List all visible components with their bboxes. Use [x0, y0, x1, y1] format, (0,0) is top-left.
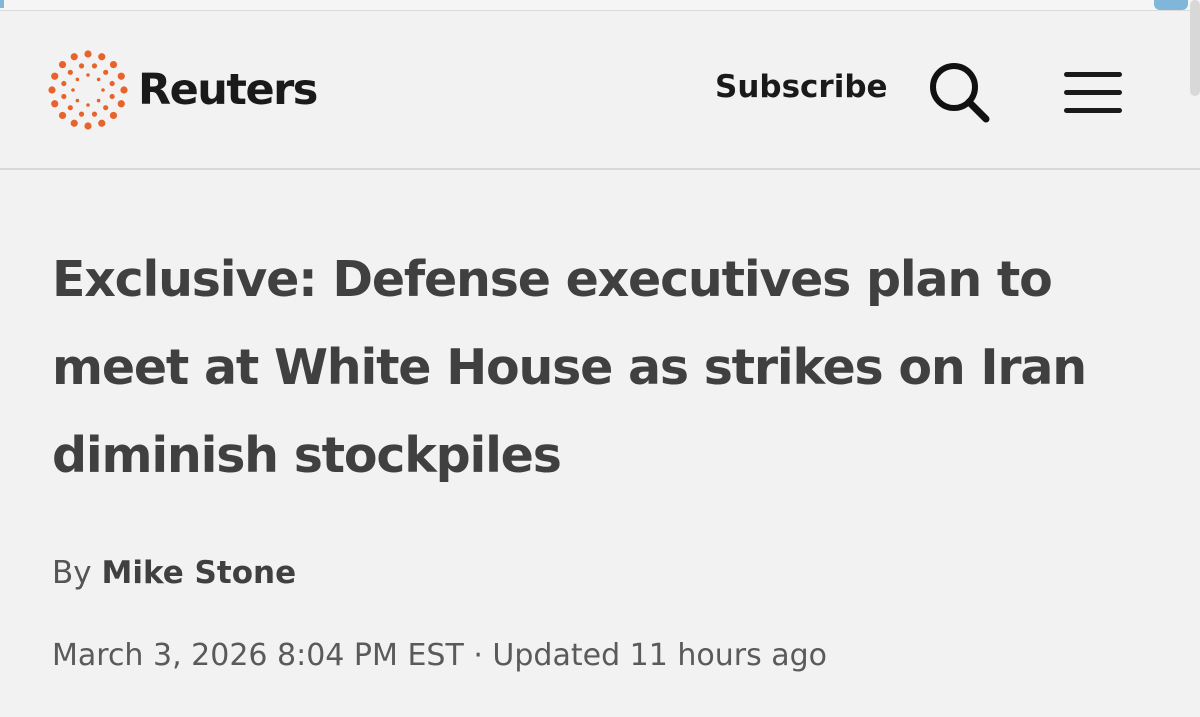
search-button[interactable] — [926, 59, 992, 125]
byline-prefix: By — [52, 555, 92, 591]
logo-dot — [51, 72, 59, 80]
logo-dot — [101, 88, 105, 92]
logo-dot — [58, 60, 67, 69]
logo-dot — [78, 111, 85, 117]
menu-button[interactable] — [1064, 71, 1122, 115]
logo-dot — [84, 50, 92, 58]
logo-dot — [67, 69, 73, 75]
logo-dot — [75, 77, 80, 82]
logo-dot — [109, 93, 115, 100]
logo-dot — [103, 105, 109, 111]
logo-dot — [91, 111, 98, 117]
author-link[interactable]: Mike Stone — [101, 555, 296, 591]
hamburger-menu-icon-bar-1 — [1064, 72, 1122, 77]
logo-dot — [75, 98, 80, 103]
logo-dot — [117, 72, 125, 80]
brand-name: Reuters — [138, 65, 318, 115]
site-header: Reuters Subscribe — [0, 11, 1200, 170]
byline: By Mike Stone — [52, 555, 296, 591]
logo-dot — [91, 63, 98, 69]
logo-dot — [61, 93, 67, 100]
scroll-cap — [1154, 0, 1188, 10]
logo-dot — [109, 60, 118, 69]
logo-dot — [117, 100, 125, 108]
logo-dot — [70, 119, 78, 127]
logo-dot — [48, 86, 56, 94]
hamburger-menu-icon-bar-2 — [1064, 90, 1122, 95]
logo-dot — [78, 63, 85, 69]
logo-dot — [109, 80, 115, 87]
search-icon — [930, 63, 990, 123]
reuters-logo[interactable]: Reuters — [48, 47, 318, 133]
logo-dot — [120, 86, 128, 94]
logo-dot — [109, 111, 118, 120]
logo-dot — [96, 77, 101, 82]
published-date: March 3, 2026 8:04 PM EST — [52, 638, 464, 673]
logo-dot — [67, 105, 73, 111]
hamburger-menu-icon-bar-3 — [1064, 108, 1122, 113]
logo-dot — [84, 122, 92, 130]
logo-dot — [51, 100, 59, 108]
subscribe-button[interactable]: Subscribe — [715, 69, 888, 105]
date-separator: · — [473, 638, 483, 673]
logo-dot — [61, 80, 67, 87]
article-headline: Exclusive: Defense executives plan to me… — [52, 251, 1087, 484]
dateline: March 3, 2026 8:04 PM EST · Updated 11 h… — [52, 638, 827, 673]
logo-dot — [71, 88, 75, 92]
top-strip — [0, 0, 1200, 11]
updated-time: Updated 11 hours ago — [492, 638, 828, 673]
logo-dot — [58, 111, 67, 120]
top-strip-tick — [0, 0, 4, 8]
logo-dot — [86, 73, 90, 77]
logo-dot — [70, 53, 78, 61]
logo-dot — [86, 103, 90, 107]
article-page: Reuters Subscribe Exclusive: Defense exe… — [0, 0, 1200, 717]
logo-dot — [96, 98, 101, 103]
logo-dot — [103, 69, 109, 75]
logo-dot — [98, 119, 106, 127]
reuters-logo-icon — [48, 50, 128, 130]
logo-dot — [98, 53, 106, 61]
